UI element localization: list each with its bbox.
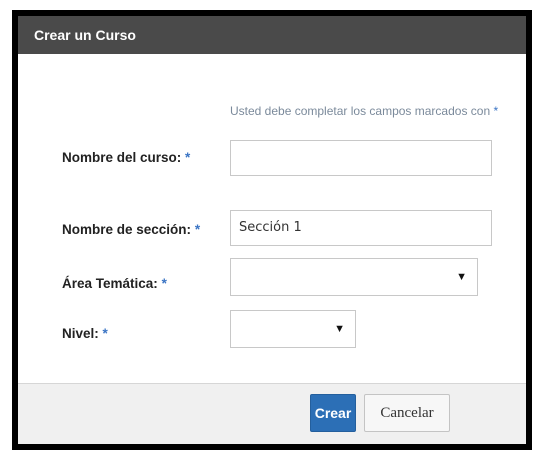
required-note: Usted debe completar los campos marcados… [230,104,498,118]
create-button[interactable]: Crear [310,394,356,432]
level-select[interactable]: ▼ [230,310,356,348]
subject-area-label-text: Área Temática: [62,276,158,291]
subject-area-required-marker: * [161,276,167,291]
course-name-label-text: Nombre del curso: [62,150,182,165]
subject-area-select[interactable]: ▼ [230,258,478,296]
course-name-input[interactable] [230,140,492,176]
cancel-button[interactable]: Cancelar [364,394,450,432]
course-name-required-marker: * [185,150,191,165]
section-name-input[interactable]: Sección 1 [230,210,492,246]
subject-area-label: Área Temática: * [62,276,167,291]
level-required-marker: * [102,326,108,341]
dialog-body: Usted debe completar los campos marcados… [18,54,526,374]
course-name-label: Nombre del curso: * [62,150,190,165]
dialog-footer: Crear Cancelar [18,383,526,444]
section-name-label: Nombre de sección: * [62,222,200,237]
section-name-label-text: Nombre de sección: [62,222,192,237]
dialog-title: Crear un Curso [18,16,526,54]
section-name-required-marker: * [194,222,201,237]
create-course-dialog: Crear un Curso Usted debe completar los … [18,16,526,444]
dropdown-arrow-icon: ▼ [456,271,467,283]
dropdown-arrow-icon: ▼ [334,323,345,335]
level-label: Nivel: * [62,326,108,341]
level-label-text: Nivel: [62,326,99,341]
required-note-marker: * [493,104,499,118]
modal-frame: Crear un Curso Usted debe completar los … [12,10,532,450]
required-note-text: Usted debe completar los campos marcados… [230,104,491,118]
